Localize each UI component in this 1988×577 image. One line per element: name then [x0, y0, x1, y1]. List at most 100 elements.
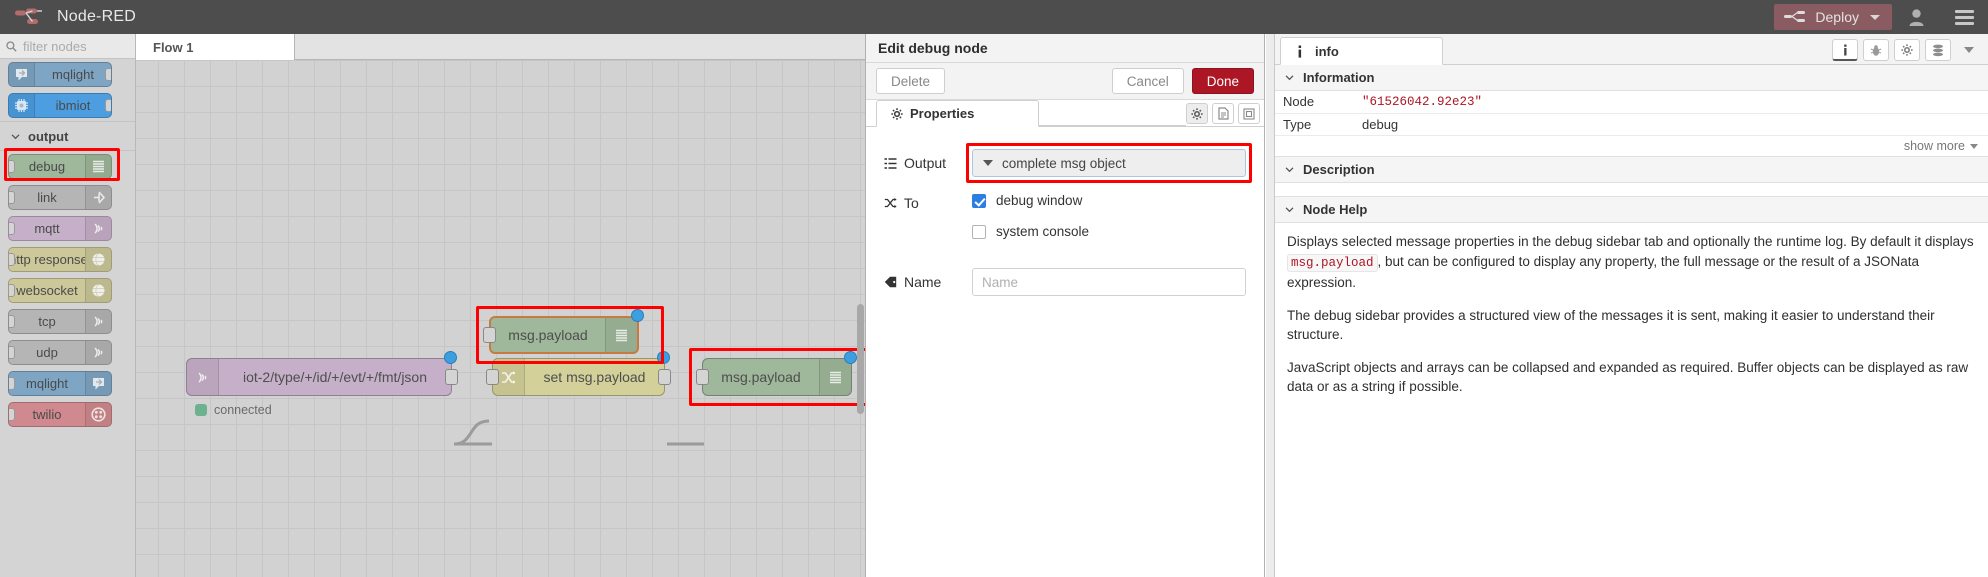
info-key-node: Node — [1283, 94, 1315, 110]
palette-node-icon — [85, 403, 111, 426]
name-input[interactable] — [972, 268, 1246, 296]
palette-node-label: link — [37, 190, 57, 205]
description-empty-body — [1275, 183, 1988, 197]
flow-node-label: iot-2/type/+/id/+/evt/+/fmt/json — [242, 369, 428, 385]
status-text: connected — [214, 403, 272, 417]
palette-node-websocket[interactable]: websocket — [0, 275, 135, 306]
help-paragraph: Displays selected message properties in … — [1287, 232, 1974, 293]
checkbox-debug-window[interactable]: debug window — [972, 193, 1246, 208]
chevron-down-icon — [983, 160, 993, 166]
flow-node-2[interactable]: msg.payload — [489, 316, 639, 354]
globe-icon — [92, 253, 105, 266]
palette-node-ibmiot[interactable]: ibmiot — [0, 90, 135, 121]
name-label-text: Name — [904, 274, 942, 290]
hamburger-menu-icon — [1954, 7, 1974, 28]
output-select-value: complete msg object — [1002, 155, 1126, 171]
main-menu-button[interactable] — [1940, 0, 1988, 34]
link-icon — [94, 191, 106, 204]
palette-node-label: udp — [36, 345, 58, 360]
flow-grid[interactable]: iot-2/type/+/id/+/evt/+/fmt/json connecte… — [136, 60, 865, 577]
sidebar-tabrow: info — [1275, 34, 1988, 65]
debug-lines-icon — [93, 160, 104, 173]
flow-node-icon — [187, 359, 219, 395]
tab-properties[interactable]: Properties — [876, 100, 1039, 127]
dialog-description-button[interactable] — [1212, 103, 1234, 124]
palette-node-mqlight[interactable]: mqlight — [0, 59, 135, 90]
deploy-caret-icon[interactable] — [1870, 14, 1880, 20]
palette-node-tcp[interactable]: tcp — [0, 306, 135, 337]
flow-node-input-port[interactable] — [486, 369, 499, 385]
flow-node-status: connected — [195, 403, 272, 417]
help-text: , but can be configured to display any p… — [1287, 253, 1920, 291]
checkbox-debug-window-box[interactable] — [972, 193, 986, 208]
palette-node-http-response[interactable]: http response — [0, 244, 135, 275]
tab-info[interactable]: info — [1280, 37, 1443, 65]
flow-tab-1[interactable]: Flow 1 — [136, 34, 295, 60]
palette-category-output[interactable]: output — [0, 121, 135, 151]
help-paragraph: JavaScript objects and arrays can be col… — [1287, 358, 1974, 397]
canvas-scrollbar[interactable] — [857, 304, 864, 414]
sidebar-info-button[interactable] — [1832, 39, 1858, 61]
section-node-help[interactable]: Node Help — [1275, 197, 1988, 223]
dialog-appearance-button[interactable] — [1238, 103, 1260, 124]
dialog-settings-button[interactable] — [1186, 103, 1208, 124]
brand: Node-RED — [0, 8, 136, 26]
section-information[interactable]: Information — [1275, 65, 1988, 91]
user-menu-button[interactable] — [1892, 0, 1940, 34]
flow-node-output-port[interactable] — [658, 369, 671, 385]
flow-node-status-dot — [444, 351, 457, 364]
palette-node-label: mqlight — [26, 376, 68, 391]
checkbox-debug-window-label: debug window — [996, 193, 1083, 208]
brand-title: Node-RED — [57, 8, 136, 25]
palette-node-icon — [85, 372, 111, 395]
flow-node-status-dot — [844, 351, 857, 364]
flow-node-0[interactable]: iot-2/type/+/id/+/evt/+/fmt/json — [186, 358, 452, 396]
output-select[interactable]: complete msg object — [972, 149, 1246, 177]
mqlight-icon — [93, 378, 104, 390]
done-button[interactable]: Done — [1191, 68, 1254, 94]
signal-icon — [94, 347, 103, 358]
palette-node-debug[interactable]: debug — [0, 148, 135, 182]
form-row-to: To debug window system console — [884, 193, 1246, 252]
flow-node-input-port[interactable] — [483, 327, 496, 343]
edit-node-form: Output complete msg object To debug wind… — [866, 127, 1264, 296]
checkbox-system-console[interactable]: system console — [972, 224, 1246, 239]
flow-node-output-port[interactable] — [445, 369, 458, 385]
flow-tabbar: Flow 1 — [136, 34, 865, 60]
sidebar-config-button[interactable] — [1894, 39, 1920, 61]
delete-button[interactable]: Delete — [876, 68, 946, 94]
info-value-type: debug — [1362, 116, 1399, 132]
palette-category-label: output — [28, 128, 69, 144]
palette-node-twilio[interactable]: twilio — [0, 399, 135, 430]
palette-node-input-port — [9, 160, 15, 173]
show-more-button[interactable]: show more — [1275, 136, 1988, 157]
signal-icon — [94, 223, 103, 234]
checkbox-system-console-box[interactable] — [972, 224, 986, 239]
palette-node-udp[interactable]: udp — [0, 337, 135, 368]
flow-node-label: set msg.payload — [543, 369, 646, 385]
section-description[interactable]: Description — [1275, 157, 1988, 183]
flow-node-3[interactable]: msg.payload — [702, 358, 852, 396]
form-row-name: Name — [884, 268, 1246, 296]
palette-node-link[interactable]: link — [0, 182, 135, 213]
flow-node-input-port[interactable] — [696, 369, 709, 385]
sidebar-context-button[interactable] — [1925, 39, 1951, 61]
gear-icon — [1901, 44, 1913, 56]
sidebar-debug-button[interactable] — [1863, 39, 1889, 61]
palette-node-input-port — [9, 315, 15, 328]
deploy-button[interactable]: Deploy — [1774, 4, 1892, 30]
palette-node-label: ibmiot — [55, 98, 91, 113]
show-more-label: show more — [1903, 139, 1965, 153]
cancel-button[interactable]: Cancel — [1111, 68, 1184, 94]
palette-search[interactable]: filter nodes — [0, 34, 135, 59]
flow-canvas-area: Flow 1 iot-2/type/+/id/+/evt/+/fmt/json c… — [136, 34, 865, 577]
palette-node-label: http response — [9, 252, 85, 267]
flow-node-1[interactable]: set msg.payload — [492, 358, 665, 396]
output-label: Output — [884, 155, 972, 171]
tab-properties-label: Properties — [910, 106, 975, 121]
sidebar-more-button[interactable] — [1956, 39, 1982, 61]
section-node-help-title: Node Help — [1303, 202, 1368, 217]
help-text: Displays selected message properties in … — [1287, 234, 1974, 249]
palette-node-mqlight[interactable]: mqlight — [0, 368, 135, 399]
palette-node-mqtt[interactable]: mqtt — [0, 213, 135, 244]
